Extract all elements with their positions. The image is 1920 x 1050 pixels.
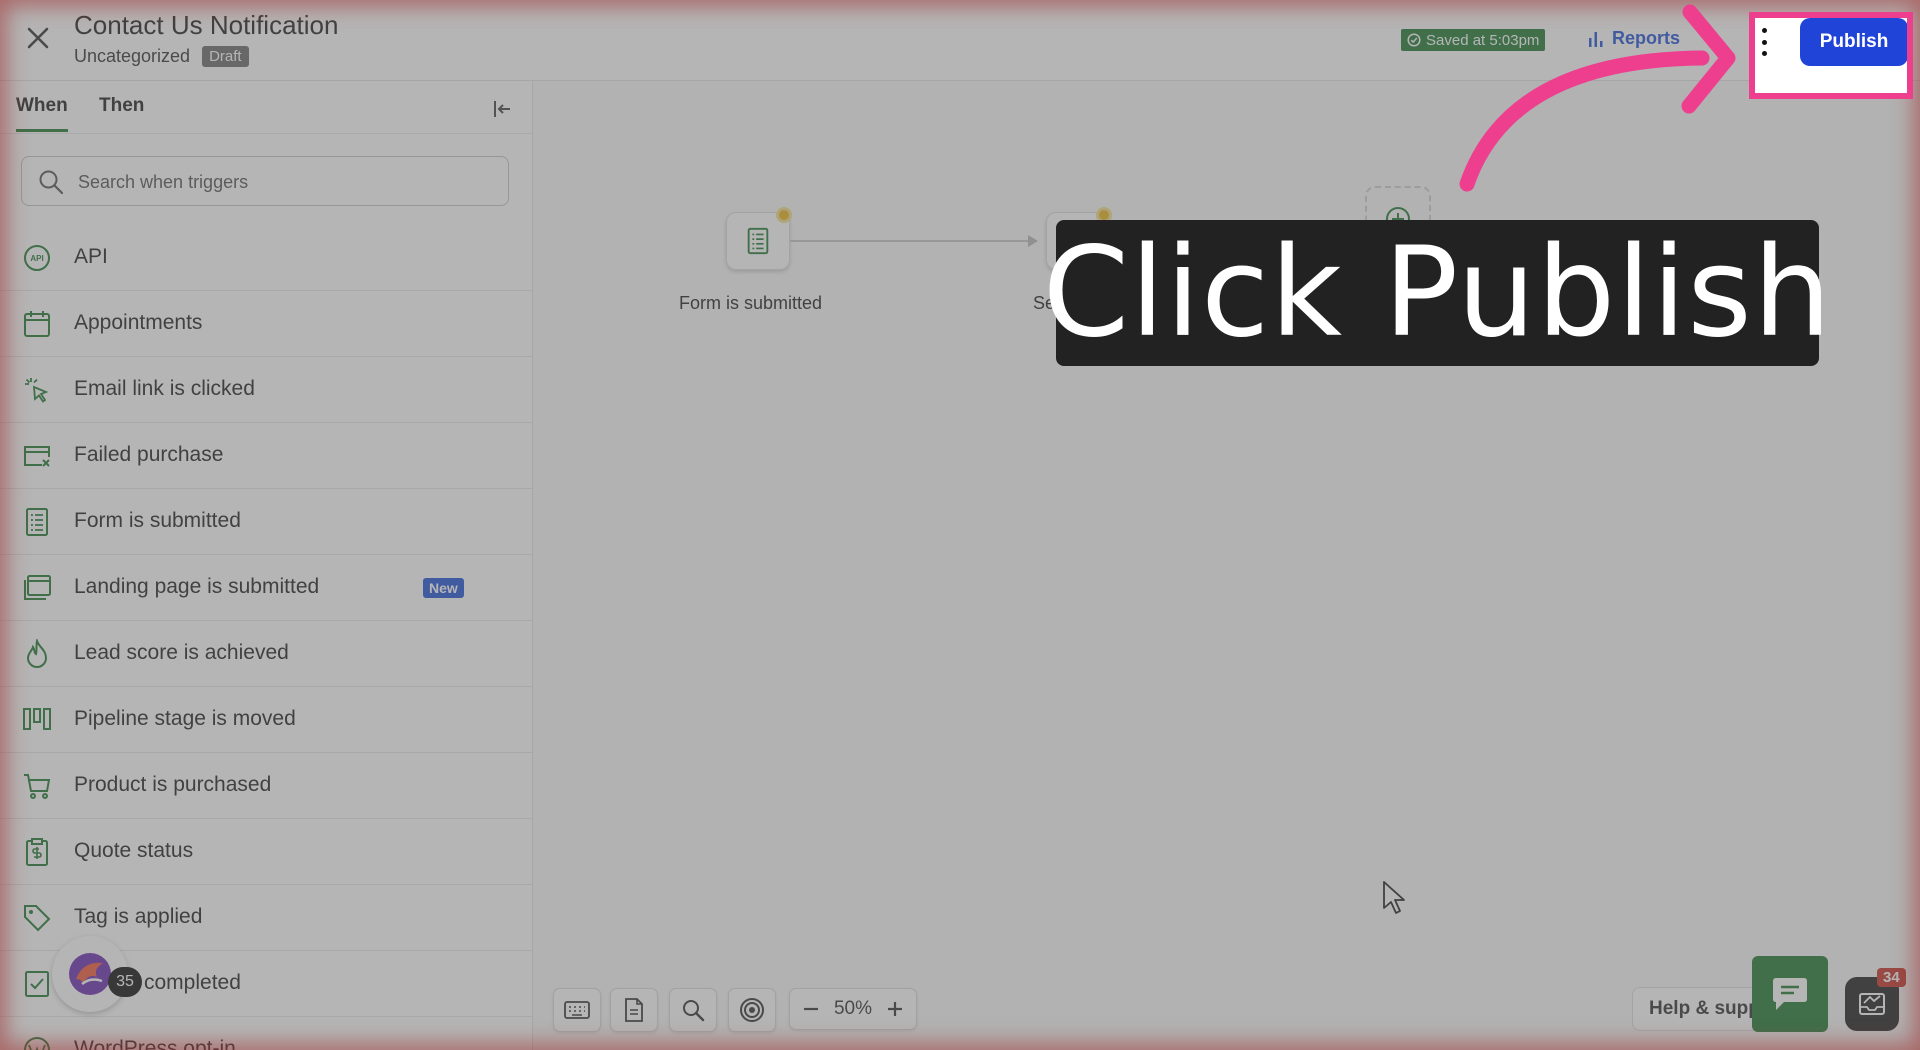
automation-title[interactable]: Contact Us Notification — [74, 10, 338, 41]
warning-dot — [776, 207, 792, 223]
zoom-out-button[interactable] — [800, 998, 822, 1020]
trigger-item-product-purchased[interactable]: Product is purchased — [0, 753, 532, 819]
check-circle-icon — [1407, 33, 1421, 47]
trigger-search — [21, 156, 509, 207]
node-label: Form is submitted — [679, 293, 823, 313]
logo-avatar-icon — [69, 953, 111, 995]
search-icon — [683, 1000, 705, 1022]
trigger-label: Email link is clicked — [74, 377, 255, 400]
inbox-icon — [1859, 993, 1885, 1015]
automation-editor: Contact Us Notification Uncategorized Dr… — [0, 0, 1920, 1050]
svg-text:API: API — [30, 254, 43, 263]
task-icon — [25, 971, 49, 997]
trigger-item-pipeline-stage-moved[interactable]: Pipeline stage is moved — [0, 687, 532, 753]
pipeline-icon — [23, 708, 51, 730]
instruction-callout: Click Publish — [1043, 220, 1831, 366]
zoom-level: 50% — [833, 998, 873, 1019]
search-input[interactable] — [76, 157, 500, 207]
instruction-text: Click Publish — [1042, 221, 1833, 365]
tab-then[interactable]: Then — [99, 95, 144, 117]
failed-card-icon — [24, 446, 50, 467]
form-icon — [747, 227, 769, 255]
category-label[interactable]: Uncategorized — [74, 46, 190, 67]
notes-button[interactable] — [610, 988, 658, 1032]
trigger-label: API — [74, 245, 108, 268]
landing-page-icon — [24, 575, 51, 600]
tag-icon — [24, 905, 51, 932]
sidebar-tabs: When Then — [0, 81, 532, 134]
node-connector — [790, 240, 1036, 242]
trigger-item-email-link-clicked[interactable]: Email link is clicked — [0, 357, 532, 423]
flame-icon — [26, 639, 48, 669]
trigger-label: WordPress opt-in — [74, 1037, 236, 1050]
trigger-item-api[interactable]: API API — [0, 225, 532, 291]
search-canvas-button[interactable] — [669, 988, 717, 1032]
calendar-icon — [24, 311, 50, 337]
quote-icon — [26, 838, 48, 866]
close-button[interactable] — [20, 20, 56, 56]
trigger-label: Appointments — [74, 311, 203, 334]
trigger-label: Landing page is submitted — [74, 575, 320, 598]
trigger-label: Tag is applied — [74, 905, 203, 928]
plus-icon — [888, 1002, 902, 1016]
trigger-sidebar: When Then API API Appointments Email lin… — [0, 81, 533, 1050]
form-icon — [26, 508, 48, 536]
collapse-left-icon — [494, 101, 510, 117]
api-icon: API — [24, 245, 50, 271]
trigger-label: completed — [144, 971, 241, 994]
keyboard-icon — [564, 1001, 590, 1019]
trigger-label: Form is submitted — [74, 509, 241, 532]
click-icon — [25, 378, 49, 403]
close-icon — [27, 27, 49, 49]
trigger-label: Quote status — [74, 839, 194, 862]
cart-icon — [24, 774, 51, 799]
trigger-label: Failed purchase — [74, 443, 224, 466]
trigger-label: Lead score is achieved — [74, 641, 289, 664]
tab-when[interactable]: When — [16, 95, 68, 132]
status-badge: Draft — [202, 46, 249, 67]
subtitle: Uncategorized Draft — [74, 46, 249, 67]
trigger-item-lead-score-achieved[interactable]: Lead score is achieved — [0, 621, 532, 687]
trigger-item-wordpress-opt-in[interactable]: WordPress opt-in — [0, 1017, 532, 1050]
zoom-in-button[interactable] — [884, 998, 906, 1020]
wordpress-icon — [24, 1037, 50, 1050]
trigger-item-failed-purchase[interactable]: Failed purchase — [0, 423, 532, 489]
trigger-label: Product is purchased — [74, 773, 272, 796]
callout-arrow-icon — [1459, 4, 1736, 192]
chat-bubble-icon — [1773, 978, 1807, 1010]
trigger-item-landing-page-submitted[interactable]: Landing page is submitted New — [0, 555, 532, 621]
inbox-count-badge: 34 — [1877, 968, 1906, 987]
trigger-item-appointments[interactable]: Appointments — [0, 291, 532, 357]
trigger-list: API API Appointments Email link is click… — [0, 225, 532, 1050]
minus-icon — [804, 1007, 818, 1011]
notification-count-badge: 35 — [108, 967, 142, 997]
new-badge: New — [423, 578, 464, 598]
highlight-box — [1749, 12, 1913, 99]
mouse-pointer-icon — [1383, 881, 1405, 914]
trigger-item-form-submitted[interactable]: Form is submitted — [0, 489, 532, 555]
document-icon — [625, 998, 643, 1022]
collapse-sidebar-button[interactable] — [490, 97, 514, 121]
connector-arrow — [1028, 235, 1038, 247]
trigger-item-quote-status[interactable]: Quote status — [0, 819, 532, 885]
keyboard-shortcuts-button[interactable] — [553, 988, 601, 1032]
chat-button[interactable] — [1752, 956, 1828, 1032]
trigger-label: Pipeline stage is moved — [74, 707, 296, 730]
recenter-button[interactable] — [728, 988, 776, 1032]
zoom-controls: 50% — [789, 988, 917, 1030]
target-icon — [740, 998, 764, 1022]
search-icon — [39, 170, 64, 195]
